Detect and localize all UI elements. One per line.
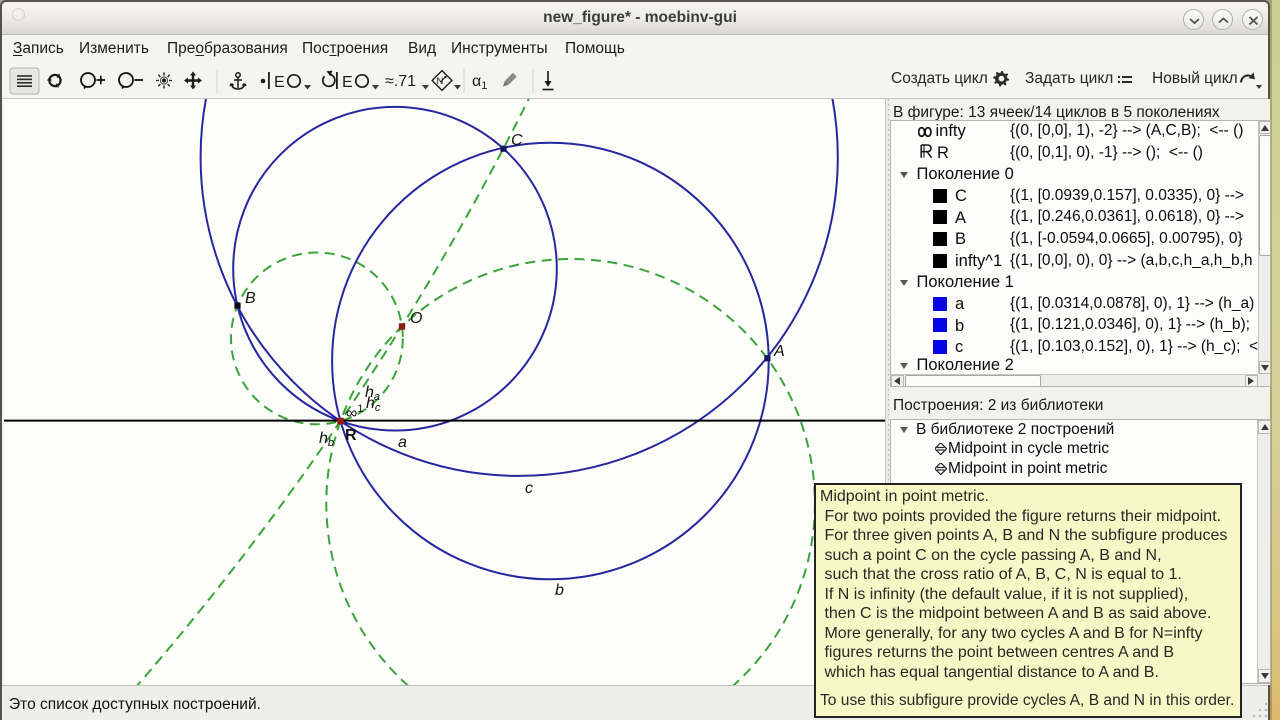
svg-text:B: B — [245, 290, 256, 307]
svg-text:A: A — [773, 343, 785, 360]
svg-text:a: a — [398, 434, 407, 451]
svg-text:E: E — [342, 74, 353, 91]
svg-text:c: c — [525, 480, 533, 497]
svg-text:C: C — [511, 132, 523, 149]
svg-text:R: R — [345, 427, 357, 444]
svg-text:O: O — [410, 310, 422, 327]
svg-text:b: b — [555, 582, 564, 599]
svg-text:α1: α1 — [472, 73, 487, 92]
svg-text:N: N — [437, 76, 444, 87]
svg-text:E: E — [274, 74, 285, 91]
svg-text:≈.71: ≈.71 — [385, 73, 416, 90]
